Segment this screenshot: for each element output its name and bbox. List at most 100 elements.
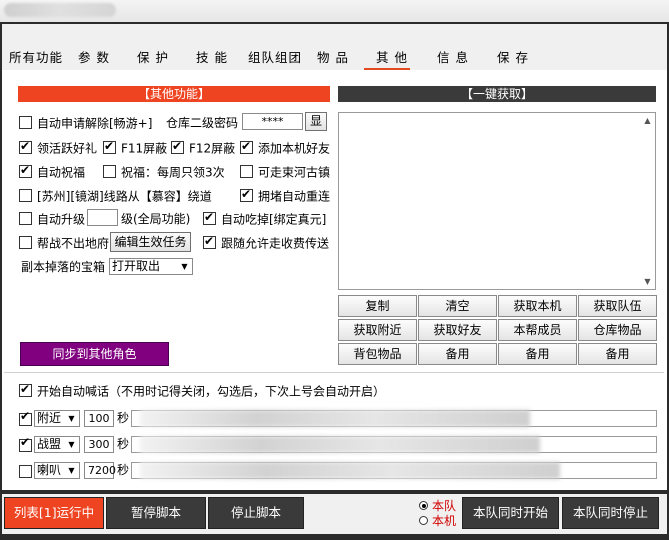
spare-button-1[interactable]: 备用 [418, 343, 497, 365]
title-bar [0, 0, 669, 22]
auto-shout-checkbox[interactable] [19, 380, 32, 398]
shout-row-2-unit: 秒 [117, 437, 130, 451]
auto-bless-label: 自动祝福 [37, 165, 86, 180]
tab-bar: 所有功能 参 数 保 护 技 能 组队组团 物 品 其 他 信 息 保 存 [2, 24, 667, 70]
fetch-header: 【一键获取】 [338, 86, 656, 102]
copy-button[interactable]: 复制 [338, 295, 417, 317]
auto-unlock-option[interactable]: 自动申请解除[畅游+] [19, 114, 152, 132]
auto-eat-option[interactable]: 自动吃掉[绑定真元] [203, 208, 327, 228]
f12-checkbox[interactable] [171, 137, 184, 155]
fetch-nearby-button[interactable]: 获取附近 [338, 319, 417, 341]
follow-paid-checkbox[interactable] [203, 232, 216, 250]
bless-weekly-label: 祝福：每周只领3次 [121, 165, 225, 180]
east-river-label: 可走束河古镇 [258, 165, 331, 180]
follow-paid-option[interactable]: 跟随允许走收费传送 [203, 232, 330, 252]
auto-upgrade-label: 自动升级 [37, 212, 86, 227]
route-detour-label: [苏州][镜湖]线路从【慕容】绕道 [37, 189, 212, 204]
add-friend-label: 添加本机好友 [258, 141, 331, 156]
dungeon-chest-value: 打开取出 [112, 259, 161, 273]
auto-upgrade-checkbox[interactable] [19, 212, 32, 225]
f12-option[interactable]: F12屏蔽 [171, 137, 236, 157]
show-password-button[interactable]: 显 [305, 112, 327, 131]
scroll-up-icon[interactable]: ▲ [641, 114, 654, 127]
f12-label: F12屏蔽 [189, 141, 236, 156]
chevron-down-icon: ▼ [181, 262, 188, 271]
clear-button[interactable]: 清空 [418, 295, 497, 317]
sync-to-other-roles-button[interactable]: 同步到其他角色 [20, 342, 169, 366]
auto-unlock-checkbox[interactable] [19, 116, 32, 129]
auto-upgrade-option[interactable]: 自动升级 [19, 210, 85, 228]
dungeon-chest-label: 副本掉落的宝箱 [21, 260, 106, 274]
jam-reconnect-checkbox[interactable] [240, 185, 253, 203]
route-detour-option[interactable]: [苏州][镜湖]线路从【慕容】绕道 [19, 187, 212, 205]
other-functions-header: 【其他功能】 [18, 86, 330, 102]
spare-button-2[interactable]: 备用 [498, 343, 577, 365]
shout-row-2-channel: 战盟 [37, 437, 62, 451]
tab-params[interactable]: 参 数 [78, 48, 110, 68]
add-friend-checkbox[interactable] [240, 137, 253, 155]
f11-label: F11屏蔽 [121, 141, 168, 156]
tab-team[interactable]: 组队组团 [248, 48, 302, 68]
scroll-down-icon[interactable]: ▼ [641, 275, 654, 288]
shout-row-1-interval[interactable]: 100 [84, 410, 114, 427]
radio-local-label: 本机 [432, 514, 457, 528]
radio-local[interactable] [419, 516, 428, 525]
auto-shout-option[interactable]: 开始自动喊话（不用时记得关闭，勾选后，下次上号会自动开启） [19, 380, 385, 400]
tab-other[interactable]: 其 他 [376, 48, 408, 68]
shout-row-1-channel-select[interactable]: 附近 ▼ [34, 410, 80, 427]
bless-weekly-checkbox[interactable] [103, 165, 116, 178]
auto-bless-option[interactable]: 自动祝福 [19, 161, 86, 181]
stop-script-button[interactable]: 停止脚本 [208, 497, 304, 529]
auto-bless-checkbox[interactable] [19, 161, 32, 179]
spare-button-3[interactable]: 备用 [578, 343, 657, 365]
guild-members-button[interactable]: 本帮成员 [498, 319, 577, 341]
radio-team[interactable] [419, 501, 428, 510]
f11-checkbox[interactable] [103, 137, 116, 155]
jam-reconnect-option[interactable]: 拥堵自动重连 [240, 185, 330, 205]
bag-items-button[interactable]: 背包物品 [338, 343, 417, 365]
shout-row-2-interval[interactable]: 300 [84, 436, 114, 453]
route-detour-checkbox[interactable] [19, 189, 32, 202]
shout-row-2-checkbox[interactable] [19, 435, 32, 452]
blurred-message [140, 462, 560, 479]
shout-row-1-channel: 附近 [37, 411, 62, 425]
chevron-down-icon: ▼ [68, 414, 75, 423]
upgrade-level-input[interactable] [87, 209, 118, 226]
dungeon-chest-select[interactable]: 打开取出 ▼ [109, 258, 193, 275]
active-gift-checkbox[interactable] [19, 137, 32, 155]
east-river-checkbox[interactable] [240, 165, 253, 178]
tab-all-functions[interactable]: 所有功能 [9, 48, 63, 68]
fetch-team-button[interactable]: 获取队伍 [578, 295, 657, 317]
shout-row-3-interval[interactable]: 7200 [84, 462, 116, 479]
edit-task-button[interactable]: 编辑生效任务 [110, 232, 191, 252]
shout-row-3-channel-select[interactable]: 喇叭 ▼ [34, 462, 80, 479]
fetch-textarea[interactable]: ▲ ▼ [338, 112, 656, 290]
follow-paid-label: 跟随允许走收费传送 [221, 236, 330, 251]
warehouse-items-button[interactable]: 仓库物品 [578, 319, 657, 341]
fetch-local-button[interactable]: 获取本机 [498, 295, 577, 317]
fetch-friends-button[interactable]: 获取好友 [418, 319, 497, 341]
team-start-button[interactable]: 本队同时开始 [462, 497, 559, 529]
tab-info[interactable]: 信 息 [437, 48, 469, 68]
f11-option[interactable]: F11屏蔽 [103, 137, 168, 157]
tab-items[interactable]: 物 品 [317, 48, 349, 68]
tab-protect[interactable]: 保 护 [137, 48, 169, 68]
auto-eat-label: 自动吃掉[绑定真元] [221, 212, 327, 227]
warehouse-password-label: 仓库二级密码 [166, 116, 239, 130]
active-gift-option[interactable]: 领活跃好礼 [19, 137, 97, 157]
guild-stay-checkbox[interactable] [19, 236, 32, 249]
add-friend-option[interactable]: 添加本机好友 [240, 137, 331, 157]
shout-row-3-checkbox[interactable] [19, 465, 32, 478]
pause-script-button[interactable]: 暂停脚本 [106, 497, 206, 529]
warehouse-password-input[interactable]: **** [242, 113, 303, 130]
shout-row-1-checkbox[interactable] [19, 409, 32, 426]
auto-eat-checkbox[interactable] [203, 208, 216, 226]
list-running-button[interactable]: 列表[1]运行中 [4, 497, 104, 529]
shout-row-2-channel-select[interactable]: 战盟 ▼ [34, 436, 80, 453]
team-stop-button[interactable]: 本队同时停止 [562, 497, 659, 529]
tab-save[interactable]: 保 存 [497, 48, 529, 68]
tab-skills[interactable]: 技 能 [196, 48, 228, 68]
guild-stay-option[interactable]: 帮战不出地府 [19, 234, 109, 252]
bless-weekly-option[interactable]: 祝福：每周只领3次 [103, 163, 225, 181]
east-river-option[interactable]: 可走束河古镇 [240, 163, 330, 181]
